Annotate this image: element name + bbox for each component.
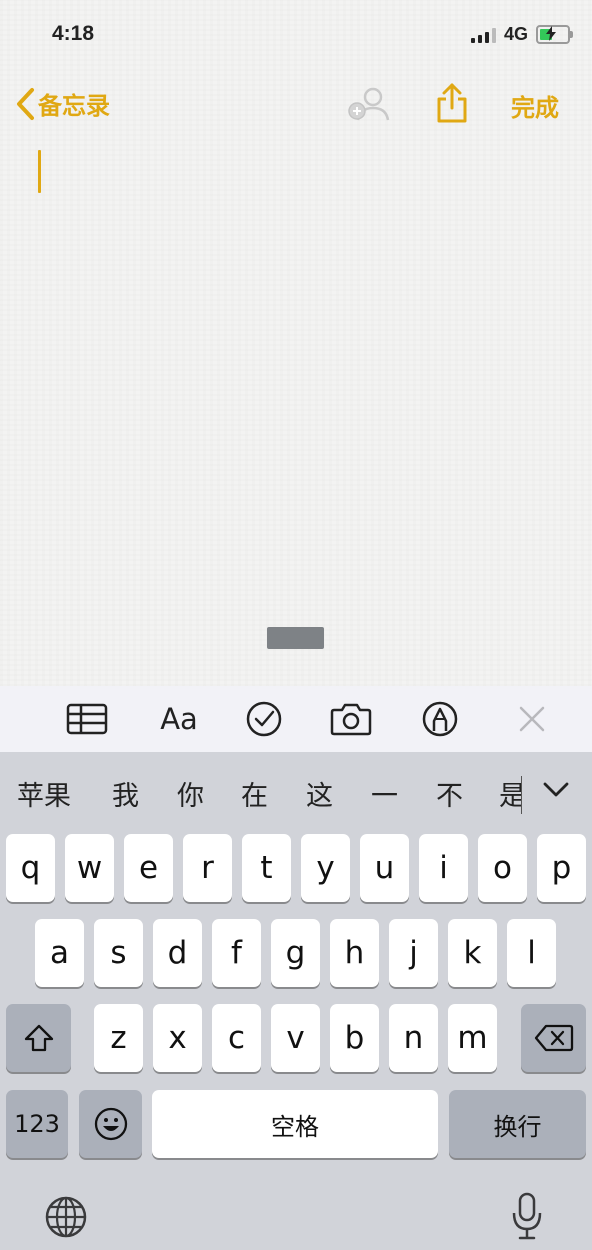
key-z[interactable]: z — [94, 1004, 143, 1072]
camera-icon — [330, 703, 372, 736]
candidate-item[interactable]: 是 — [499, 774, 521, 813]
key-s[interactable]: s — [94, 919, 143, 987]
key-w[interactable]: w — [65, 834, 114, 902]
share-icon[interactable] — [434, 82, 470, 124]
key-d[interactable]: d — [153, 919, 202, 987]
key-j[interactable]: j — [389, 919, 438, 987]
battery-icon — [536, 25, 573, 44]
key-g[interactable]: g — [271, 919, 320, 987]
markup-icon — [422, 701, 458, 737]
network-type: 4G — [503, 24, 528, 44]
text-cursor — [38, 150, 41, 193]
key-v[interactable]: v — [271, 1004, 320, 1072]
key-y[interactable]: y — [301, 834, 350, 902]
keyboard: 苹果 我 你 在 这 一 不 是 q w e r t y u i o p a s… — [0, 752, 592, 1250]
candidate-item[interactable]: 一 — [371, 774, 398, 813]
shift-key[interactable] — [6, 1004, 71, 1072]
camera-button[interactable] — [328, 686, 374, 752]
key-r[interactable]: r — [183, 834, 232, 902]
add-people-icon[interactable] — [346, 84, 392, 124]
key-h[interactable]: h — [330, 919, 379, 987]
candidate-item[interactable]: 这 — [306, 774, 333, 813]
key-e[interactable]: e — [124, 834, 173, 902]
key-m[interactable]: m — [448, 1004, 497, 1072]
close-icon — [519, 706, 545, 732]
done-button[interactable]: 完成 — [511, 88, 559, 123]
candidate-item[interactable]: 苹果 — [17, 774, 71, 813]
key-i[interactable]: i — [419, 834, 468, 902]
format-button[interactable]: Aa — [154, 686, 204, 752]
back-button-label: 备忘录 — [38, 92, 110, 120]
key-p[interactable]: p — [537, 834, 586, 902]
scroll-indicator — [267, 627, 324, 649]
checklist-button[interactable] — [244, 686, 284, 752]
key-k[interactable]: k — [448, 919, 497, 987]
candidate-divider — [521, 776, 522, 814]
key-a[interactable]: a — [35, 919, 84, 987]
back-button[interactable]: 备忘录 — [14, 86, 110, 121]
markup-button[interactable] — [420, 686, 460, 752]
return-key[interactable]: 换行 — [449, 1090, 586, 1158]
status-indicators: 4G — [470, 24, 573, 45]
table-button[interactable] — [64, 686, 110, 752]
key-q[interactable]: q — [6, 834, 55, 902]
shift-icon — [24, 1024, 53, 1052]
emoji-key[interactable] — [79, 1090, 142, 1158]
globe-icon[interactable] — [44, 1195, 88, 1239]
candidate-bar: 苹果 我 你 在 这 一 不 是 — [0, 752, 592, 832]
numbers-key[interactable]: 123 — [6, 1090, 68, 1158]
format-toolbar: Aa — [0, 686, 592, 752]
status-time: 4:18 — [52, 22, 95, 45]
space-key[interactable]: 空格 — [152, 1090, 438, 1158]
chevron-down-icon[interactable] — [540, 774, 572, 806]
emoji-icon — [94, 1107, 127, 1141]
candidate-item[interactable]: 你 — [177, 774, 204, 813]
candidate-item[interactable]: 不 — [436, 774, 463, 813]
close-toolbar-button[interactable] — [514, 686, 550, 752]
key-c[interactable]: c — [212, 1004, 261, 1072]
key-n[interactable]: n — [389, 1004, 438, 1072]
delete-key[interactable] — [521, 1004, 586, 1072]
chevron-left-icon — [17, 87, 34, 120]
key-u[interactable]: u — [360, 834, 409, 902]
signal-icon — [470, 27, 496, 43]
key-t[interactable]: t — [242, 834, 291, 902]
key-x[interactable]: x — [153, 1004, 202, 1072]
checklist-icon — [246, 701, 282, 737]
key-f[interactable]: f — [212, 919, 261, 987]
delete-icon — [534, 1024, 573, 1052]
table-icon — [66, 703, 108, 735]
microphone-icon[interactable] — [510, 1191, 544, 1241]
candidate-item[interactable]: 我 — [112, 774, 139, 813]
key-o[interactable]: o — [478, 834, 527, 902]
key-l[interactable]: l — [507, 919, 556, 987]
key-b[interactable]: b — [330, 1004, 379, 1072]
candidate-item[interactable]: 在 — [241, 774, 268, 813]
